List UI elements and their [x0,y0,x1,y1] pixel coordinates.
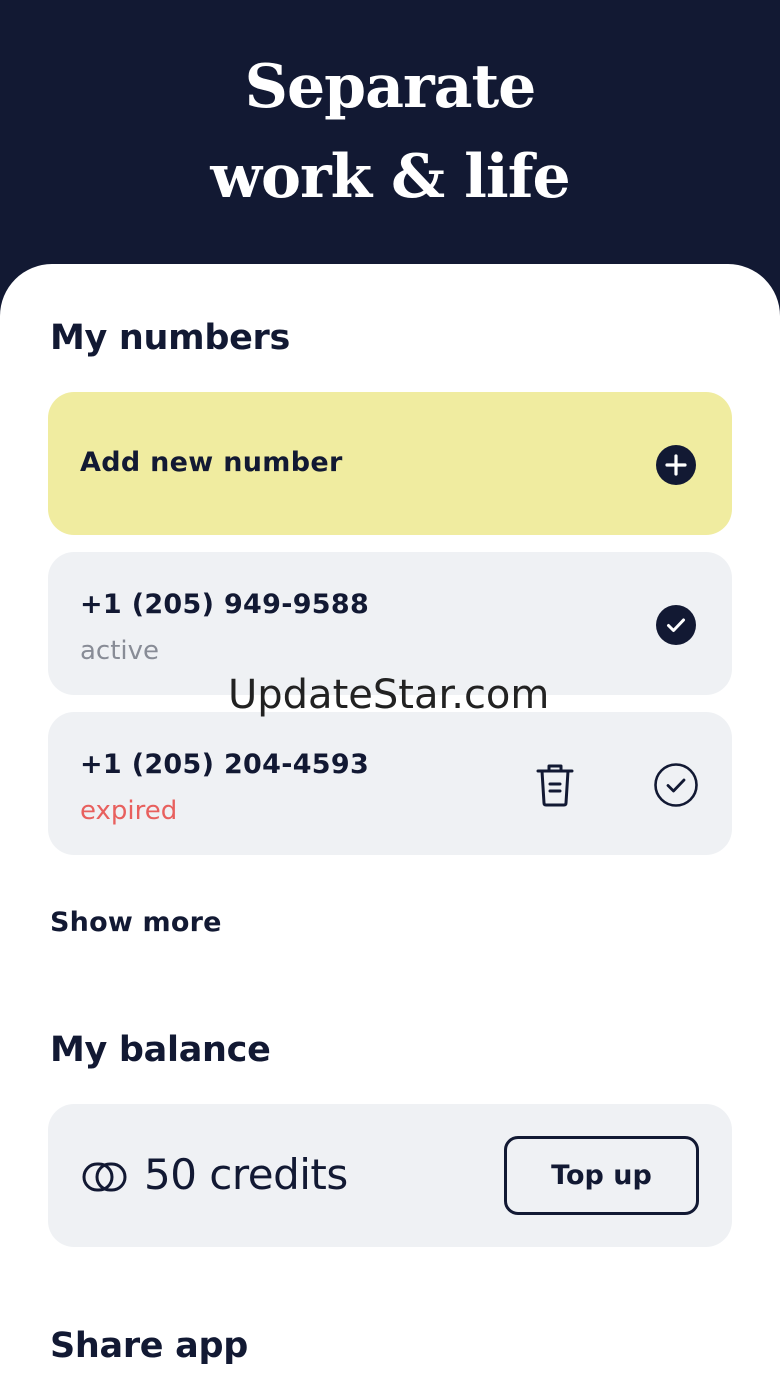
share-app-title[interactable]: Share app [50,1326,248,1366]
header-banner: Separate work & life [0,0,780,280]
top-up-button[interactable]: Top up [504,1136,699,1215]
status-label-active: active [80,636,160,666]
balance-card: 50 credits Top up [48,1104,732,1247]
coins-icon [82,1162,127,1192]
show-more-link[interactable]: Show more [50,907,222,938]
my-balance-title: My balance [50,1030,271,1070]
add-new-number-label: Add new number [80,447,343,478]
check-circle-outline-icon[interactable] [653,762,699,808]
status-label-expired: expired [80,796,178,826]
credits-amount: 50 credits [144,1150,348,1199]
number-item-expired[interactable]: +1 (205) 204-4593 expired [48,712,732,855]
watermark: UpdateStar.com [228,672,550,718]
add-new-number-button[interactable]: Add new number [48,392,732,535]
trash-icon[interactable] [534,762,576,808]
check-circle-filled-icon[interactable] [655,604,697,646]
my-numbers-title: My numbers [50,318,291,358]
plus-circle-icon [656,445,696,485]
headline-line-1: Separate [244,52,537,122]
headline-line-2: work & life [210,142,570,212]
phone-number: +1 (205) 204-4593 [80,749,370,780]
phone-number: +1 (205) 949-9588 [80,589,370,620]
